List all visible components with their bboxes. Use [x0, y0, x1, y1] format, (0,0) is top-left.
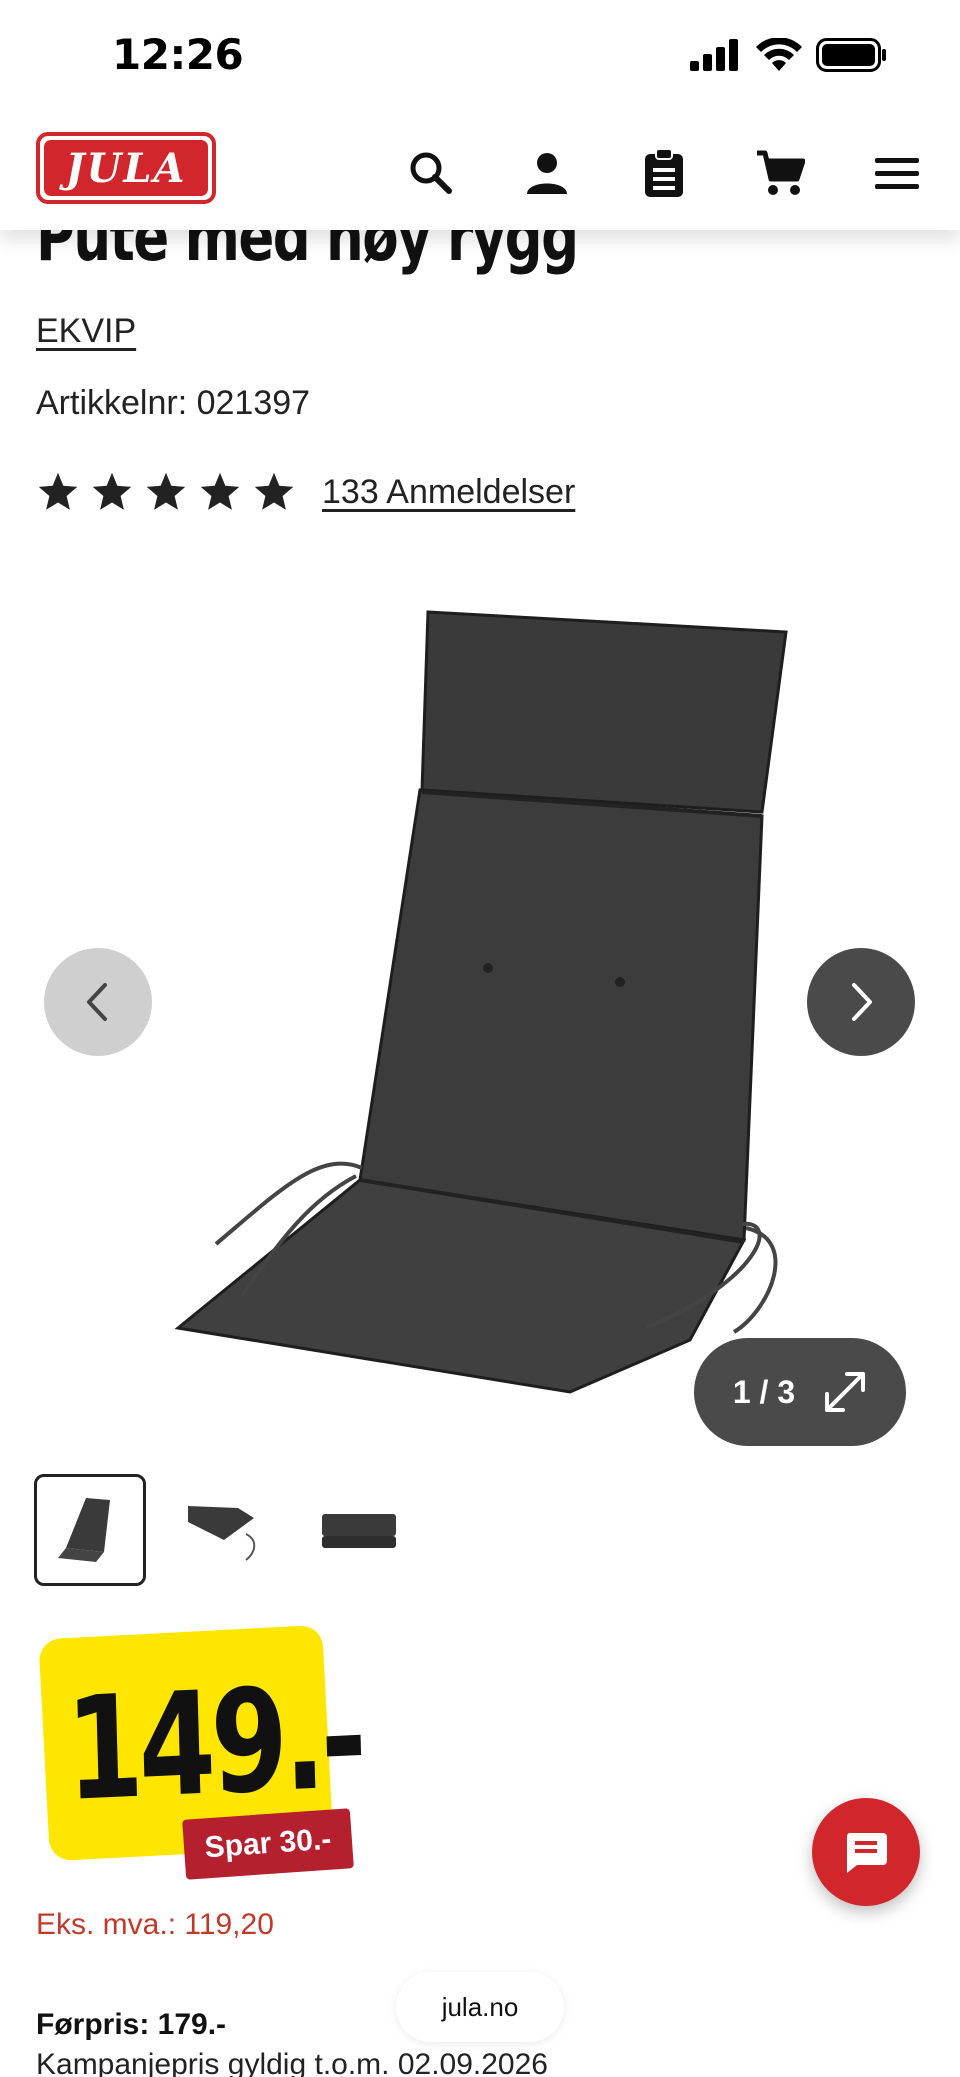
site-header: JULA: [0, 115, 960, 230]
brand-link[interactable]: EKVIP: [36, 312, 136, 351]
star-icon: [38, 472, 78, 510]
previous-price: Førpris: 179.-: [36, 2008, 227, 2041]
campaign-validity: Kampanjepris gyldig t.o.m. 02.09.2026: [36, 2048, 548, 2077]
chat-button[interactable]: [812, 1798, 920, 1906]
search-icon[interactable]: [403, 145, 459, 201]
thumbnail-1[interactable]: [34, 1474, 146, 1586]
chat-icon: [846, 1833, 887, 1873]
thumbnail-2[interactable]: [168, 1474, 280, 1586]
star-icon: [146, 472, 186, 510]
chevron-left-icon: [87, 983, 107, 1021]
gallery-prev-button[interactable]: [44, 948, 152, 1056]
chevron-right-icon: [852, 983, 872, 1021]
reviews-link[interactable]: 133 Anmeldelser: [322, 473, 575, 512]
product-image: [174, 610, 788, 1394]
status-time: 12:26: [112, 30, 244, 79]
cart-icon[interactable]: [752, 145, 808, 201]
ex-vat-price: Eks. mva.: 119,20: [36, 1908, 274, 1941]
expand-icon: [825, 1372, 866, 1412]
article-number: Artikkelnr: 021397: [36, 384, 311, 422]
gallery-counter: 1 / 3: [732, 1373, 796, 1410]
star-icon: [92, 472, 132, 510]
thumbnail-strip: [34, 1474, 414, 1586]
thumbnail-3[interactable]: [302, 1474, 414, 1586]
price: 149.-: [64, 1654, 365, 1833]
logo-text: JULA: [44, 140, 208, 196]
rating-stars: [36, 470, 296, 514]
status-icons: [690, 38, 888, 72]
wifi-icon: [756, 38, 802, 71]
rating: 133 Anmeldelser: [36, 470, 575, 514]
account-icon[interactable]: [519, 145, 575, 201]
browser-url[interactable]: jula.no: [396, 1972, 564, 2042]
half-star-icon: [254, 472, 294, 510]
gallery-counter-button[interactable]: 1 / 3: [694, 1338, 906, 1446]
menu-icon[interactable]: [869, 145, 925, 201]
jula-logo[interactable]: JULA: [36, 132, 216, 204]
gallery-next-button[interactable]: [807, 948, 915, 1056]
star-icon: [200, 472, 240, 510]
shopping-list-icon[interactable]: [636, 145, 692, 201]
signal-icon: [690, 39, 738, 71]
save-badge: Spar 30.-: [182, 1808, 354, 1880]
battery-icon: [816, 38, 886, 72]
status-bar: 12:26: [0, 0, 960, 115]
